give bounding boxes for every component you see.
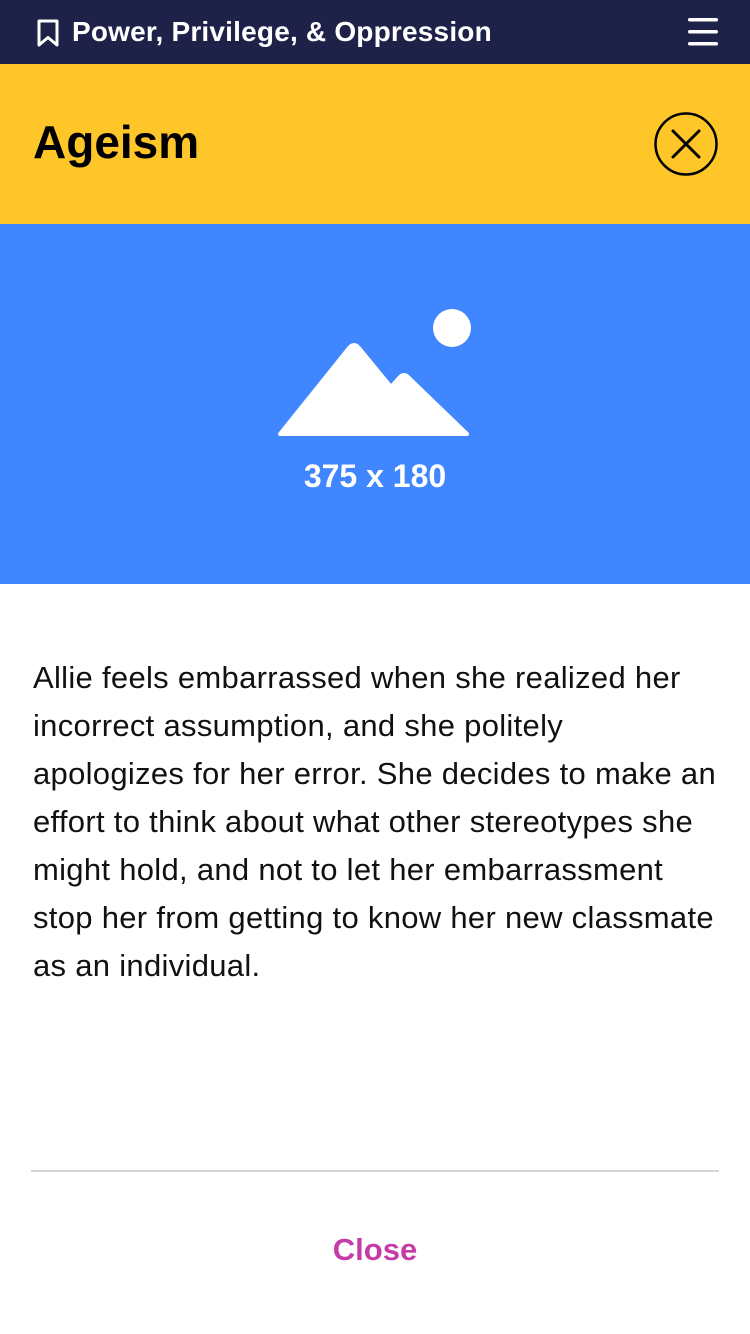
body-paragraph: Allie feels embarrassed when she realize…	[33, 660, 717, 983]
course-title: Power, Privilege, & Oppression	[72, 16, 492, 47]
app-screen: Power, Privilege, & Oppression Ageism 37…	[0, 0, 750, 1334]
image-placeholder: 375 x 180	[0, 224, 750, 584]
close-button[interactable]: Close	[0, 1230, 750, 1270]
close-circle-icon[interactable]	[654, 112, 718, 176]
bookmark-icon[interactable]	[36, 19, 60, 47]
hamburger-menu-icon[interactable]	[686, 17, 720, 47]
top-nav-bar: Power, Privilege, & Oppression	[0, 0, 750, 64]
modal-header: Ageism	[0, 64, 750, 224]
page-title: Ageism	[33, 116, 200, 168]
image-placeholder-icon	[278, 308, 474, 438]
footer-divider	[31, 1170, 719, 1172]
image-dimensions-label: 375 x 180	[303, 458, 447, 494]
